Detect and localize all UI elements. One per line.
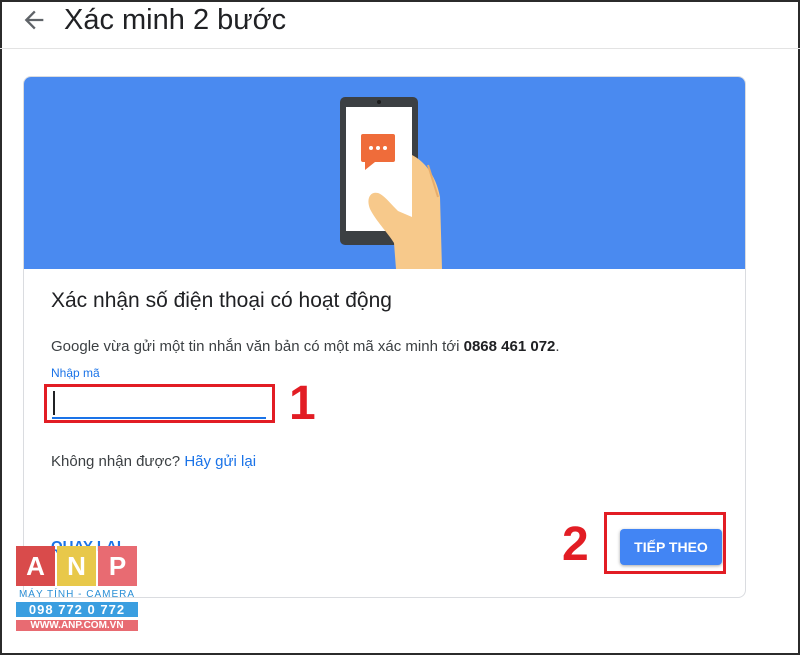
logo-subtitle: MÁY TÍNH - CAMERA	[18, 589, 136, 600]
logo-phone: 098 772 0 772	[16, 602, 138, 617]
logo-letter: P	[98, 546, 137, 586]
phone-number: 0868 461 072	[463, 338, 556, 355]
card-heading: Xác nhận số điện thoại có hoạt động	[51, 289, 392, 312]
page-title: Xác minh 2 bước	[64, 4, 287, 36]
arrow-left-icon[interactable]	[20, 6, 48, 34]
phone-message-illustration	[340, 97, 442, 269]
resend-link[interactable]: Hãy gửi lại	[184, 453, 256, 470]
logo-letters: A N P	[16, 546, 138, 586]
logo-letter: A	[16, 546, 55, 586]
logo-letter: N	[57, 546, 96, 586]
banner	[24, 77, 745, 269]
description-text: Google vừa gửi một tin nhắn văn bản có m…	[51, 338, 464, 355]
description-end: .	[555, 338, 560, 355]
top-bar: Xác minh 2 bước	[0, 0, 800, 49]
highlight-box-next	[604, 512, 726, 574]
resend-prompt: Không nhận được?	[51, 453, 185, 470]
card-description: Google vừa gửi một tin nhắn văn bản có m…	[51, 338, 560, 355]
logo-website: WWW.ANP.COM.VN	[16, 620, 138, 631]
step-number-2: 2	[562, 518, 589, 571]
highlight-box-input	[44, 384, 275, 423]
resend-row: Không nhận được? Hãy gửi lại	[51, 453, 256, 470]
anp-watermark-logo: A N P MÁY TÍNH - CAMERA 098 772 0 772 WW…	[16, 546, 138, 642]
code-input-label: Nhập mã	[51, 366, 100, 380]
step-number-1: 1	[289, 377, 316, 430]
